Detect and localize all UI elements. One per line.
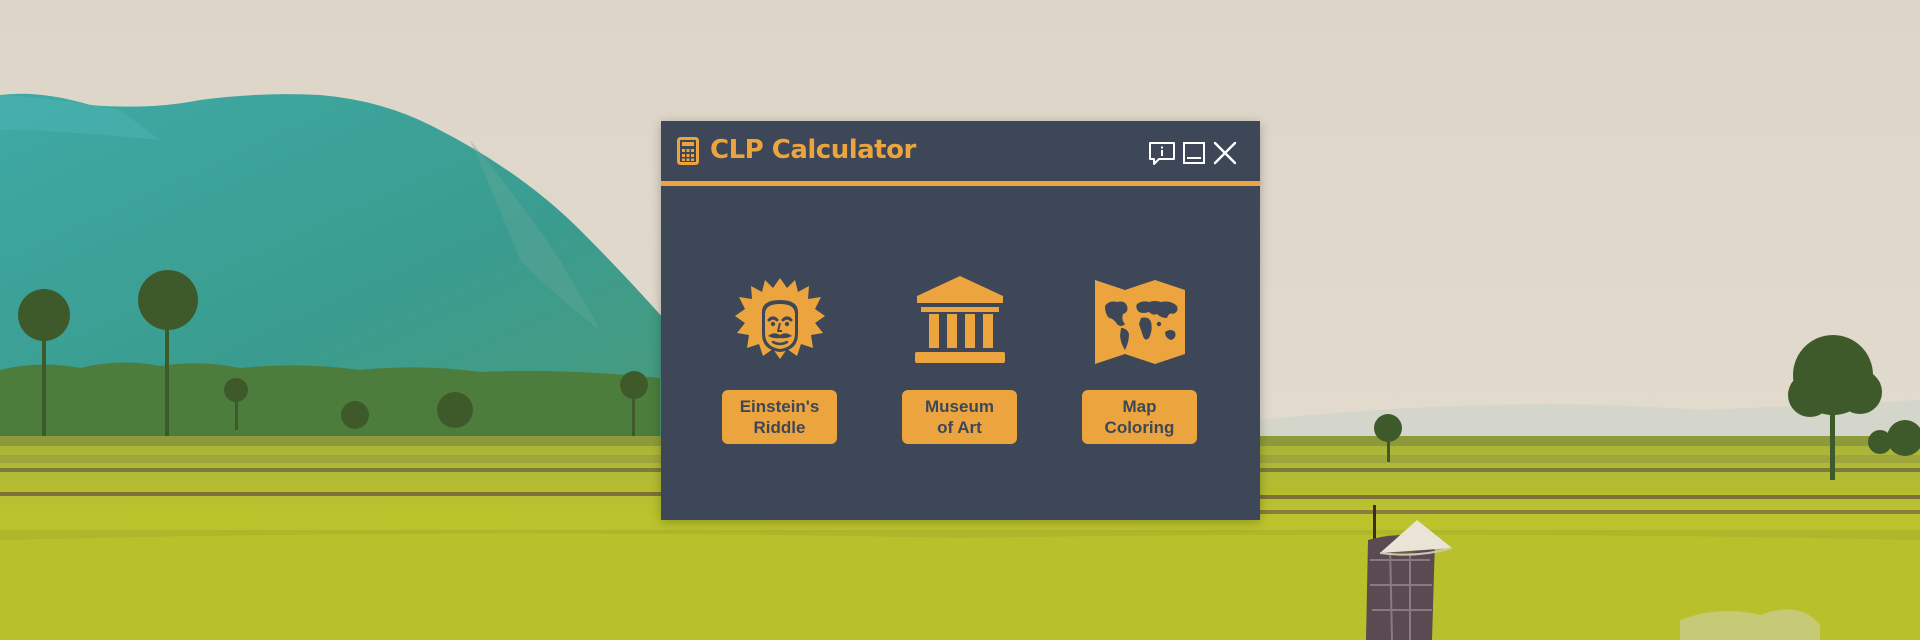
calculator-icon	[677, 137, 699, 165]
map-coloring-label-line2: Coloring	[1104, 418, 1175, 437]
launcher-map-coloring: Map Coloring	[1081, 276, 1199, 446]
museum-of-art-button[interactable]: Museum of Art	[902, 390, 1017, 444]
launcher-einsteins-riddle: Einstein's Riddle	[721, 276, 839, 446]
minimize-icon	[1183, 142, 1205, 164]
museum-icon[interactable]	[915, 276, 1005, 366]
title-divider	[661, 181, 1260, 186]
desktop: CLP Calculator Einstein's Riddle Museum …	[0, 0, 1920, 640]
launcher-museum-of-art: Museum of Art	[901, 276, 1019, 446]
app-window: CLP Calculator Einstein's Riddle Museum …	[661, 121, 1260, 520]
einsteins-riddle-label-line1: Einstein's	[739, 397, 820, 416]
app-title: CLP Calculator	[710, 135, 916, 165]
info-speech-icon	[1149, 142, 1175, 165]
close-button[interactable]	[1210, 138, 1240, 168]
museum-of-art-label-line2: of Art	[937, 418, 982, 437]
map-coloring-label-line1: Map	[1122, 397, 1157, 416]
einstein-icon[interactable]	[735, 276, 825, 366]
einsteins-riddle-button[interactable]: Einstein's Riddle	[722, 390, 837, 444]
close-icon	[1213, 141, 1237, 165]
title-bar: CLP Calculator	[661, 121, 1260, 181]
world-map-icon[interactable]	[1095, 276, 1185, 366]
museum-of-art-label-line1: Museum	[925, 397, 994, 416]
minimize-button[interactable]	[1179, 138, 1209, 168]
map-coloring-button[interactable]: Map Coloring	[1082, 390, 1197, 444]
einsteins-riddle-label-line2: Riddle	[753, 418, 806, 437]
about-button[interactable]	[1147, 138, 1177, 168]
